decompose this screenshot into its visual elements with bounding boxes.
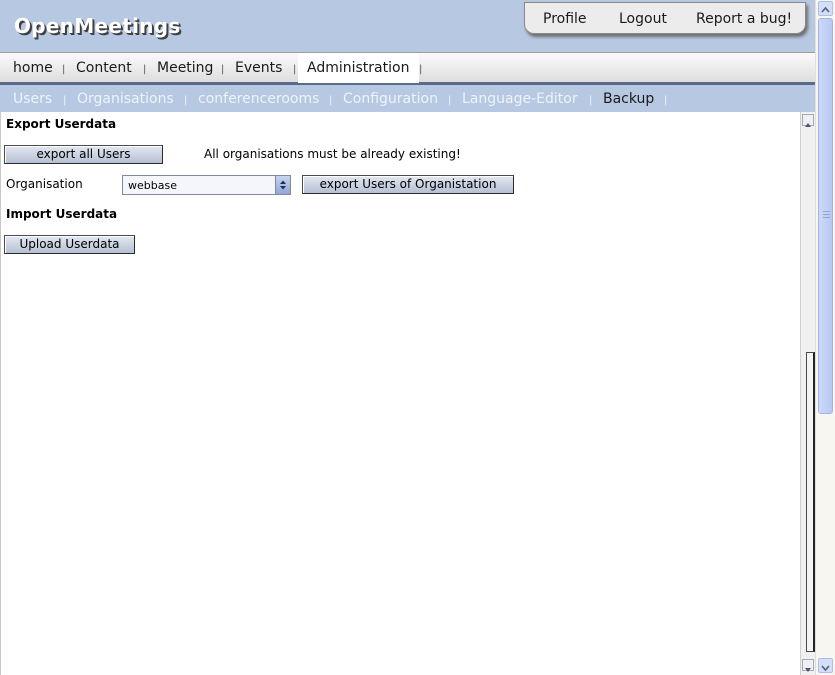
scroll-down-icon[interactable] [802, 659, 814, 672]
organisations-notice: All organisations must be already existi… [204, 147, 461, 161]
subnav-separator: | [329, 95, 333, 106]
nav-item-events[interactable]: Events [235, 60, 282, 76]
grip-line [823, 214, 830, 215]
subnav-item-backup[interactable]: Backup [603, 91, 654, 107]
window-scroll-up-icon[interactable] [818, 1, 833, 16]
subnav-separator: | [589, 95, 593, 106]
subnav-separator: | [184, 95, 188, 106]
subnav-item-organisations[interactable]: Organisations [77, 91, 174, 107]
backup-panel: Export Userdata export all Users All org… [0, 112, 800, 675]
openmeetings-app: OpenMeetings Profile Logout Report a bug… [0, 0, 835, 675]
dropdown-arrow-icon[interactable] [275, 176, 290, 194]
scroll-up-icon[interactable] [802, 114, 814, 127]
logout-link[interactable]: Logout [619, 11, 667, 27]
subnav-item-language-editor[interactable]: Language-Editor [462, 91, 578, 107]
panel-scrollbar[interactable] [800, 112, 815, 675]
window-scrollbar[interactable] [815, 0, 835, 675]
subnav-separator: | [448, 95, 452, 106]
nav-separator: | [221, 64, 225, 75]
nav-separator: | [143, 64, 147, 75]
app-logo: OpenMeetings [14, 14, 181, 38]
subnav-item-users[interactable]: Users [13, 91, 52, 107]
grip-line [823, 211, 830, 212]
nav-separator: | [419, 64, 423, 75]
organisation-select[interactable]: webbase [122, 175, 291, 195]
nav-item-administration[interactable]: Administration [307, 60, 409, 76]
nav-separator: | [293, 64, 297, 75]
import-section-title: Import Userdata [6, 207, 118, 221]
subnav-item-configuration[interactable]: Configuration [343, 91, 438, 107]
nav-item-home[interactable]: home [13, 60, 53, 76]
user-menu: Profile Logout Report a bug! [524, 2, 806, 34]
nav-item-meeting[interactable]: Meeting [157, 60, 213, 76]
window-scroll-down-icon[interactable] [818, 658, 833, 673]
subnav-separator: | [63, 95, 67, 106]
header: OpenMeetings Profile Logout Report a bug… [0, 0, 815, 52]
upload-userdata-button[interactable]: Upload Userdata [4, 235, 135, 254]
organisation-selected-value: webbase [128, 179, 177, 192]
grip-line [823, 217, 830, 218]
export-all-users-button[interactable]: export all Users [4, 145, 163, 164]
export-section-title: Export Userdata [6, 117, 117, 131]
subnav-separator: | [664, 95, 668, 106]
window-scrollbar-thumb[interactable] [818, 18, 833, 414]
report-bug-link[interactable]: Report a bug! [696, 11, 792, 27]
export-organisation-users-button[interactable]: export Users of Organistation [302, 175, 514, 194]
organisation-label: Organisation [6, 177, 83, 191]
scrollbar-thumb[interactable] [806, 352, 815, 652]
nav-item-content[interactable]: Content [76, 60, 132, 76]
profile-link[interactable]: Profile [543, 11, 587, 27]
subnav-item-conferencerooms[interactable]: conferencerooms [198, 91, 319, 107]
nav-separator: | [62, 64, 66, 75]
admin-sub-navigation: Users | Organisations | conferencerooms … [0, 85, 815, 112]
main-navigation: home | Content | Meeting | Events | Admi… [0, 52, 815, 85]
